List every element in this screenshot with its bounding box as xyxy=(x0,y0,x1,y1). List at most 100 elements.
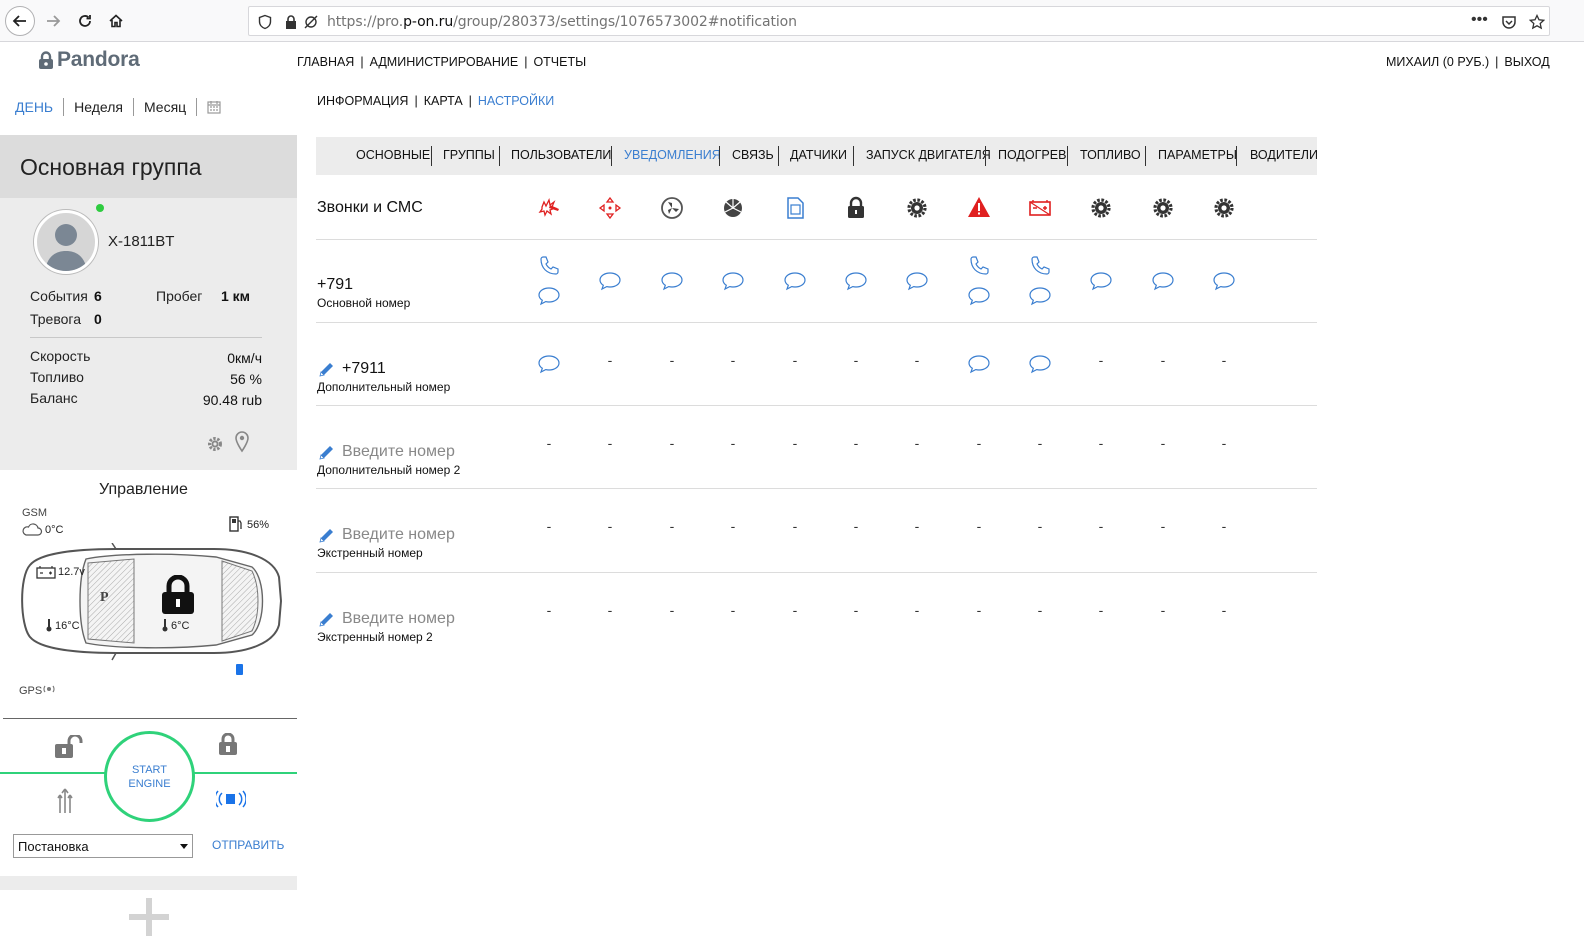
nav-admin[interactable]: АДМИНИСТРИРОВАНИЕ xyxy=(370,55,519,69)
notification-off-cell[interactable]: - xyxy=(846,602,866,618)
notification-off-cell[interactable]: - xyxy=(1091,518,1111,534)
notification-off-cell[interactable]: - xyxy=(907,602,927,618)
notification-off-cell[interactable]: - xyxy=(723,352,743,368)
notification-off-cell[interactable]: - xyxy=(662,602,682,618)
edit-pencil-icon[interactable] xyxy=(318,443,336,461)
notification-off-cell[interactable]: - xyxy=(723,518,743,534)
address-bar[interactable]: https://pro.p-on.ru/group/280373/setting… xyxy=(248,6,1550,36)
notification-off-cell[interactable]: - xyxy=(1091,602,1111,618)
tab-7[interactable]: ПОДОГРЕВ xyxy=(998,148,1066,162)
sms-icon[interactable] xyxy=(1028,286,1052,306)
reload-icon[interactable] xyxy=(70,6,100,36)
notification-off-cell[interactable]: - xyxy=(1091,435,1111,451)
notification-off-cell[interactable]: - xyxy=(785,352,805,368)
notification-off-cell[interactable]: - xyxy=(600,602,620,618)
sms-icon[interactable] xyxy=(1028,354,1052,374)
call-icon[interactable] xyxy=(1029,255,1051,277)
sms-icon[interactable] xyxy=(660,271,684,291)
notification-off-cell[interactable]: - xyxy=(907,435,927,451)
phone-number-field[interactable]: Введите номер xyxy=(342,526,455,544)
tab-6[interactable]: ЗАПУСК ДВИГАТЕЛЯ xyxy=(866,148,991,162)
period-month[interactable]: Месяц xyxy=(144,99,186,115)
avatar[interactable] xyxy=(34,210,98,274)
notification-off-cell[interactable]: - xyxy=(1153,518,1173,534)
command-select[interactable]: Постановка xyxy=(13,834,193,858)
sms-icon[interactable] xyxy=(1151,271,1175,291)
edit-pencil-icon[interactable] xyxy=(318,526,336,544)
phone-number-field[interactable]: Введите номер xyxy=(342,610,455,628)
notification-off-cell[interactable]: - xyxy=(1030,518,1050,534)
siren-icon[interactable] xyxy=(216,789,246,809)
tab-10[interactable]: ВОДИТЕЛИ xyxy=(1250,148,1318,162)
tab-0[interactable]: ОСНОВНЫЕ xyxy=(356,148,430,162)
nav-main[interactable]: ГЛАВНАЯ xyxy=(297,55,354,69)
start-engine-button[interactable]: START ENGINE xyxy=(104,731,195,822)
period-day[interactable]: ДЕНЬ xyxy=(15,99,53,115)
notification-off-cell[interactable]: - xyxy=(969,602,989,618)
notification-off-cell[interactable]: - xyxy=(785,602,805,618)
unlock-icon[interactable] xyxy=(54,735,90,759)
phone-number-field[interactable]: Введите номер xyxy=(342,443,455,461)
tracking-off-icon[interactable] xyxy=(303,14,319,30)
home-icon[interactable] xyxy=(101,6,131,36)
subnav-settings[interactable]: НАСТРОЙКИ xyxy=(478,94,554,108)
user-account-link[interactable]: МИХАИЛ (0 РУБ.) xyxy=(1386,55,1489,69)
notification-off-cell[interactable]: - xyxy=(600,352,620,368)
notification-off-cell[interactable]: - xyxy=(1091,352,1111,368)
notification-off-cell[interactable]: - xyxy=(723,602,743,618)
sms-icon[interactable] xyxy=(783,271,807,291)
notification-off-cell[interactable]: - xyxy=(846,435,866,451)
tab-2[interactable]: ПОЛЬЗОВАТЕЛИ xyxy=(511,148,611,162)
call-icon[interactable] xyxy=(968,255,990,277)
notification-off-cell[interactable]: - xyxy=(600,518,620,534)
notification-off-cell[interactable]: - xyxy=(785,435,805,451)
settings-gear-icon[interactable] xyxy=(206,435,224,453)
notification-off-cell[interactable]: - xyxy=(846,352,866,368)
bookmark-star-icon[interactable] xyxy=(1529,14,1545,30)
lock-icon[interactable] xyxy=(218,733,238,755)
notification-off-cell[interactable]: - xyxy=(539,602,559,618)
subnav-map[interactable]: КАРТА xyxy=(424,94,463,108)
padlock-icon[interactable] xyxy=(283,14,299,30)
sms-icon[interactable] xyxy=(1212,271,1236,291)
notification-off-cell[interactable]: - xyxy=(907,518,927,534)
back-icon[interactable] xyxy=(5,6,35,36)
notification-off-cell[interactable]: - xyxy=(723,435,743,451)
notification-off-cell[interactable]: - xyxy=(662,518,682,534)
pandora-logo[interactable]: Pandora xyxy=(38,48,140,72)
sms-icon[interactable] xyxy=(967,286,991,306)
pocket-icon[interactable] xyxy=(1501,14,1517,30)
sms-icon[interactable] xyxy=(537,286,561,306)
sms-icon[interactable] xyxy=(537,354,561,374)
notification-off-cell[interactable]: - xyxy=(1214,435,1234,451)
logout-link[interactable]: ВЫХОД xyxy=(1504,55,1549,69)
period-week[interactable]: Неделя xyxy=(74,99,123,115)
more-icon[interactable]: ••• xyxy=(1471,11,1488,29)
tab-4[interactable]: СВЯЗЬ xyxy=(732,148,774,162)
sms-icon[interactable] xyxy=(721,271,745,291)
notification-off-cell[interactable]: - xyxy=(600,435,620,451)
edit-pencil-icon[interactable] xyxy=(318,360,336,378)
send-button[interactable]: ОТПРАВИТЬ xyxy=(212,838,284,852)
device-name[interactable]: X-1811BT xyxy=(108,233,174,250)
tab-5[interactable]: ДАТЧИКИ xyxy=(790,148,847,162)
notification-off-cell[interactable]: - xyxy=(969,435,989,451)
calendar-icon[interactable] xyxy=(207,100,221,114)
notification-off-cell[interactable]: - xyxy=(539,435,559,451)
tab-3[interactable]: УВЕДОМЛЕНИЯ xyxy=(624,148,721,162)
sms-icon[interactable] xyxy=(598,271,622,291)
tab-1[interactable]: ГРУППЫ xyxy=(443,148,495,162)
sms-icon[interactable] xyxy=(967,354,991,374)
phone-number-field[interactable]: +791 xyxy=(317,276,353,294)
map-pin-icon[interactable] xyxy=(234,431,250,453)
notification-off-cell[interactable]: - xyxy=(662,352,682,368)
car-lock-icon[interactable] xyxy=(160,575,196,615)
notification-off-cell[interactable]: - xyxy=(785,518,805,534)
forward-icon[interactable] xyxy=(38,6,68,36)
add-group-icon[interactable] xyxy=(127,896,171,938)
shield-icon[interactable] xyxy=(257,14,273,30)
sms-icon[interactable] xyxy=(905,271,929,291)
tab-8[interactable]: ТОПЛИВО xyxy=(1080,148,1141,162)
url-text[interactable]: https://pro.p-on.ru/group/280373/setting… xyxy=(327,14,797,30)
tab-9[interactable]: ПАРАМЕТРЫ xyxy=(1158,148,1237,162)
